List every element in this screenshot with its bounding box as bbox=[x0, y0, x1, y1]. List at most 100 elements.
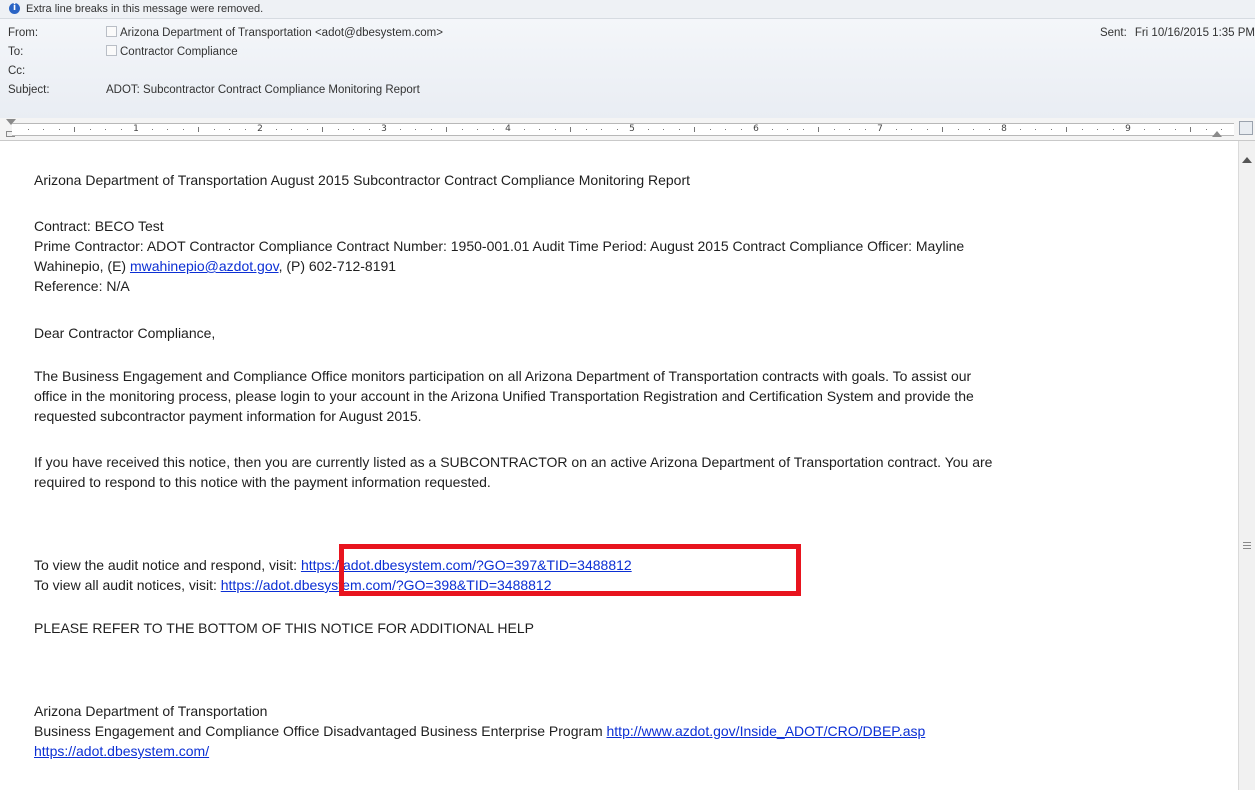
ruler-tick bbox=[1143, 129, 1145, 130]
officer-email-link[interactable]: mwahinepio@azdot.gov bbox=[130, 258, 279, 274]
dbep-link[interactable]: http://www.azdot.gov/Inside_ADOT/CRO/DBE… bbox=[607, 723, 926, 739]
ruler-tick bbox=[849, 129, 850, 130]
ruler-tick bbox=[291, 129, 292, 130]
subject-value: ADOT: Subcontractor Contract Compliance … bbox=[106, 84, 420, 96]
ruler-tick bbox=[213, 129, 215, 130]
ruler-tick bbox=[89, 129, 91, 130]
report-title: Arizona Department of Transportation Aug… bbox=[34, 172, 691, 188]
ruler-tick bbox=[647, 129, 649, 130]
audit-notice-link[interactable]: https://adot.dbesystem.com/?GO=397&TID=3… bbox=[301, 557, 632, 573]
ruler-tick bbox=[27, 129, 29, 130]
ruler-tick bbox=[492, 129, 494, 130]
ruler-tick bbox=[802, 129, 804, 130]
subject-label: Subject: bbox=[8, 84, 50, 96]
ruler-tick bbox=[1159, 129, 1160, 130]
ruler-tick bbox=[1019, 129, 1021, 130]
paragraph-2-line-1: If you have received this notice, then y… bbox=[34, 454, 993, 470]
paragraph-1-line-3: requested subcontractor payment informat… bbox=[34, 408, 422, 424]
paragraph-1-line-1: The Business Engagement and Compliance O… bbox=[34, 368, 972, 384]
ruler-tick bbox=[694, 127, 695, 132]
from-label: From: bbox=[8, 27, 39, 39]
officer-prefix: Wahinepio, (E) bbox=[34, 258, 130, 274]
ruler-tick bbox=[43, 129, 44, 130]
to-value[interactable]: Contractor Compliance bbox=[106, 43, 238, 62]
ruler-tick bbox=[182, 129, 184, 130]
signature-office: Business Engagement and Compliance Offic… bbox=[34, 723, 607, 739]
from-row: From: Arizona Department of Transportati… bbox=[0, 24, 1255, 43]
ruler-tick bbox=[740, 129, 742, 130]
prime-contractor-line: Prime Contractor: ADOT Contractor Compli… bbox=[34, 238, 965, 254]
ruler-track: 1 2 3 4 5 6 7 8 9 bbox=[12, 123, 1234, 136]
ruler-tick bbox=[151, 129, 153, 130]
cc-label: Cc: bbox=[8, 65, 26, 77]
ruler-number: 5 bbox=[629, 124, 635, 134]
ruler-tick bbox=[353, 129, 354, 130]
ruler-number: 3 bbox=[381, 124, 387, 134]
ruler-tick bbox=[58, 129, 60, 130]
scroll-grip-icon[interactable] bbox=[1243, 542, 1251, 549]
paragraph-1-line-2: office in the monitoring process, please… bbox=[34, 388, 974, 404]
dbesystem-link[interactable]: https://adot.dbesystem.com/ bbox=[34, 743, 209, 759]
ruler-tick bbox=[942, 127, 943, 132]
ruler-tick bbox=[229, 129, 230, 130]
ruler-number: 6 bbox=[753, 124, 759, 134]
ruler-tick bbox=[1174, 129, 1176, 130]
ruler-tick bbox=[430, 129, 432, 130]
ruler-tick bbox=[601, 129, 602, 130]
ruler-tick bbox=[105, 129, 106, 130]
ruler-tick bbox=[818, 127, 819, 132]
ruler-tick bbox=[539, 129, 540, 130]
all-notices-link[interactable]: https://adot.dbesystem.com/?GO=398&TID=3… bbox=[221, 577, 552, 593]
contract-line: Contract: BECO Test bbox=[34, 218, 164, 234]
all-notices-line: To view all audit notices, visit: https:… bbox=[34, 575, 552, 595]
ruler-tick bbox=[911, 129, 912, 130]
ruler-tick bbox=[1035, 129, 1036, 130]
recipient-presence-icon bbox=[106, 45, 117, 56]
ruler-tick bbox=[244, 129, 246, 130]
sender-presence-icon bbox=[106, 26, 117, 37]
from-value[interactable]: Arizona Department of Transportation <ad… bbox=[106, 24, 443, 43]
help-line: PLEASE REFER TO THE BOTTOM OF THIS NOTIC… bbox=[34, 620, 534, 636]
ruler-tick bbox=[1221, 129, 1222, 130]
ruler-tick bbox=[120, 129, 122, 130]
signature-org: Arizona Department of Transportation bbox=[34, 703, 268, 719]
signature-office-line: Business Engagement and Compliance Offic… bbox=[34, 721, 925, 741]
ruler[interactable]: 1 2 3 4 5 6 7 8 9 bbox=[0, 118, 1255, 141]
to-label: To: bbox=[8, 46, 24, 58]
ruler-tick bbox=[523, 129, 525, 130]
view-ruler-toggle-icon[interactable] bbox=[1239, 121, 1253, 135]
ruler-tick bbox=[725, 129, 726, 130]
ruler-number: 1 bbox=[133, 124, 139, 134]
ruler-tick bbox=[895, 129, 897, 130]
ruler-tick bbox=[1097, 129, 1098, 130]
ruler-tick bbox=[275, 129, 277, 130]
right-indent-marker[interactable] bbox=[1212, 131, 1222, 137]
sent-label: Sent: bbox=[1099, 27, 1127, 39]
ruler-tick bbox=[1050, 129, 1052, 130]
ruler-tick bbox=[616, 129, 618, 130]
sent-info: Sent: Fri 10/16/2015 1:35 PM bbox=[1100, 24, 1255, 43]
info-bar-text: Extra line breaks in this message were r… bbox=[26, 3, 264, 15]
vertical-scrollbar[interactable] bbox=[1238, 141, 1255, 790]
ruler-tick bbox=[1081, 129, 1083, 130]
ruler-tick bbox=[461, 129, 463, 130]
ruler-tick bbox=[678, 129, 680, 130]
ruler-tick bbox=[167, 129, 168, 130]
ruler-tick bbox=[415, 129, 416, 130]
ruler-tick bbox=[1190, 127, 1191, 132]
audit-notice-line: To view the audit notice and respond, vi… bbox=[34, 555, 632, 575]
ruler-tick bbox=[926, 129, 928, 130]
ruler-tick bbox=[198, 127, 199, 132]
audit-notice-prefix: To view the audit notice and respond, vi… bbox=[34, 557, 301, 573]
ruler-tick bbox=[787, 129, 788, 130]
ruler-tick bbox=[709, 129, 711, 130]
info-bar[interactable]: i Extra line breaks in this message were… bbox=[0, 0, 1255, 19]
ruler-number: 8 bbox=[1001, 124, 1007, 134]
ruler-tick bbox=[399, 129, 401, 130]
ruler-tick bbox=[368, 129, 370, 130]
ruler-tick bbox=[973, 129, 974, 130]
ruler-tick bbox=[1066, 127, 1067, 132]
signature-link-line: https://adot.dbesystem.com/ bbox=[34, 741, 209, 761]
scroll-up-arrow-icon[interactable] bbox=[1242, 157, 1252, 163]
ruler-tick bbox=[554, 129, 556, 130]
